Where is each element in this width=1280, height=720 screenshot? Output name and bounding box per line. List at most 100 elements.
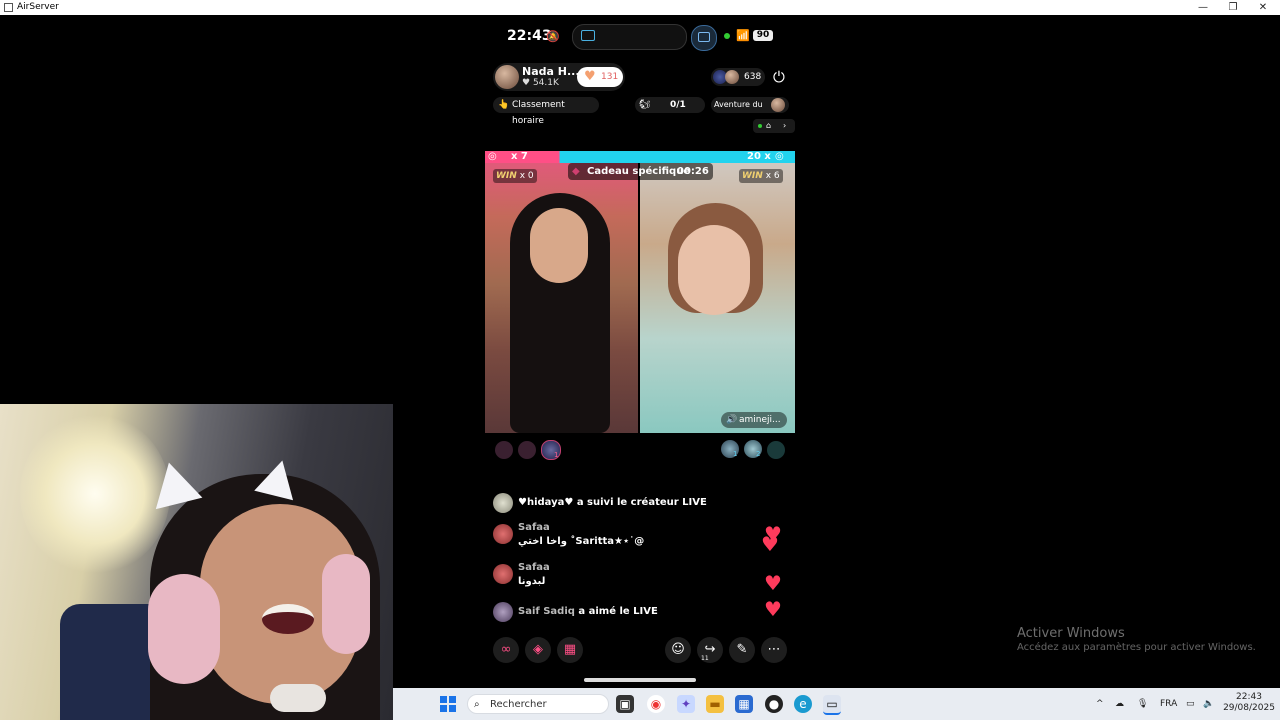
host-video[interactable] — [485, 163, 638, 433]
guest-name-pill[interactable]: 🔊 amineji... — [721, 412, 787, 428]
microphone-icon[interactable]: 🎙 — [1137, 688, 1148, 720]
adventure-pill[interactable]: Aventure du — [711, 97, 789, 113]
follow-count: 131 — [601, 72, 619, 82]
chat-avatar[interactable] — [493, 493, 513, 513]
chat-button[interactable]: ☺ — [665, 637, 691, 663]
camera-active-dot — [724, 33, 730, 39]
chat-username[interactable]: Saif Sadiq — [518, 606, 575, 617]
live-dot — [758, 124, 762, 128]
close-button[interactable]: ✕ — [1248, 0, 1278, 15]
window-titlebar: AirServer — ❐ ✕ — [0, 0, 1280, 15]
chat-username[interactable]: Safaa — [518, 522, 550, 533]
headset-mic — [270, 684, 326, 712]
chat-username[interactable]: Safaa — [518, 562, 550, 573]
gift-target-icon: ◆ — [572, 166, 580, 177]
minimize-button[interactable]: — — [1188, 0, 1218, 15]
battle-timer: 00:26 — [677, 166, 709, 177]
clock-time: 22:43 — [1236, 692, 1262, 702]
left-win-value: x 0 — [519, 171, 534, 181]
maximize-button[interactable]: ❐ — [1218, 0, 1248, 15]
volume-icon[interactable]: 🔈 — [1203, 688, 1214, 720]
chat-text: a aimé le LIVE — [578, 606, 658, 617]
app-icon[interactable]: ● — [765, 695, 783, 713]
more-icon: ⋯ — [767, 642, 781, 657]
window-title: AirServer — [17, 2, 59, 12]
heart-icon: ♥ — [764, 597, 782, 621]
airserver-taskbar-icon[interactable]: ▭ — [823, 695, 841, 715]
speaker-icon: 🔊 — [726, 415, 738, 425]
guest-video[interactable] — [640, 163, 795, 433]
store-icon[interactable]: ▦ — [735, 695, 753, 713]
home-indicator[interactable] — [584, 678, 696, 682]
status-time: 22:43 — [507, 28, 552, 44]
edge-icon[interactable]: e — [794, 695, 812, 713]
ranking-label: Classement horaire — [512, 100, 565, 126]
network-icon[interactable]: ☁ — [1115, 688, 1124, 720]
right-win-count: WIN x 6 — [739, 169, 783, 183]
taskbar-clock[interactable]: 22:43 29/08/2025 — [1219, 692, 1279, 714]
feather-lamp — [20, 414, 170, 574]
hand-icon: 👆 — [498, 100, 510, 110]
hourly-ranking-pill[interactable]: 👆 Classement horaire — [493, 97, 599, 126]
chat-username[interactable]: ♥hidaya♥ — [518, 497, 573, 508]
power-icon[interactable]: ⏻ — [773, 68, 785, 86]
taskbar: ⌕ Rechercher ▣ ◉ ✦ ▬ ▦ ● e ▭ ^ ☁ 🎙 FRA ▭… — [393, 688, 1280, 720]
left-win-count: WIN x 0 — [493, 169, 537, 183]
seat-icon[interactable] — [767, 441, 785, 459]
file-explorer-icon[interactable]: ▬ — [706, 695, 724, 713]
battle-score-bar: ◎ x 7 20 x ◎ — [485, 151, 795, 163]
start-button[interactable] — [440, 696, 456, 712]
link-icon: ∞ — [500, 642, 512, 657]
features-button[interactable]: ▦ — [557, 637, 583, 663]
chevron-right-icon: › — [783, 121, 787, 130]
grid-icon: ▦ — [563, 642, 577, 657]
right-multiplier: 20 x — [747, 151, 771, 162]
host-face — [530, 208, 588, 283]
win-label: WIN — [742, 171, 763, 181]
battle-link-button[interactable]: ∞ — [493, 637, 519, 663]
chat-avatar[interactable] — [493, 602, 513, 622]
rank-badge: 2 — [756, 450, 761, 458]
enhance-button[interactable]: ✎ — [729, 637, 755, 663]
task-view-icon[interactable]: ▣ — [616, 695, 634, 713]
chevron-up-icon[interactable]: ^ — [1096, 688, 1104, 720]
gift-goal-pill[interactable]: 🐿 0/1 — [635, 97, 705, 113]
match-button[interactable]: ◈ — [525, 637, 551, 663]
search-placeholder: Rechercher — [490, 699, 547, 710]
left-multiplier: x 7 — [511, 151, 528, 162]
display-icon[interactable]: ▭ — [1186, 688, 1195, 720]
share-button[interactable]: ↪ 11 — [697, 637, 723, 663]
magic-wand-icon: ✎ — [736, 642, 748, 657]
room-options-pill[interactable]: ⌂ › — [753, 119, 795, 133]
activate-windows-title: Activer Windows — [1017, 626, 1125, 641]
follow-button[interactable]: ♥ 131 — [577, 67, 623, 87]
more-button[interactable]: ⋯ — [761, 637, 787, 663]
chat-avatar[interactable] — [493, 524, 513, 544]
chat-avatar[interactable] — [493, 564, 513, 584]
screen-mirroring-pill — [572, 24, 687, 50]
house-icon: ⌂ — [766, 121, 772, 130]
viewer-count-pill[interactable]: 638 — [711, 68, 765, 86]
heart-icon: ♥ — [584, 69, 596, 84]
viewer-avatar — [725, 70, 739, 84]
host-avatar[interactable] — [495, 65, 519, 89]
battery-indicator: 90 — [753, 30, 773, 41]
guest-name: amineji... — [739, 415, 781, 425]
right-win-value: x 6 — [765, 171, 780, 181]
taskbar-search[interactable]: ⌕ Rechercher — [467, 694, 609, 714]
supporter-avatar[interactable]: 2 — [744, 440, 762, 458]
copilot-icon[interactable]: ✦ — [677, 695, 695, 713]
language-indicator[interactable]: FRA — [1160, 688, 1177, 720]
adventure-avatar — [771, 98, 785, 112]
guest-face — [678, 225, 750, 315]
chat-text: a suivi le créateur LIVE — [576, 497, 707, 508]
supporter-avatar[interactable]: 1 — [541, 440, 561, 460]
supporter-avatar[interactable]: 1 — [721, 440, 739, 458]
host-name: Nada H... — [522, 65, 580, 78]
host-info-pill[interactable]: Nada H... ♥ 54.1K ♥ 131 — [493, 63, 625, 91]
gift-progress: 0/1 — [670, 100, 686, 110]
chrome-icon[interactable]: ◉ — [647, 695, 665, 713]
host-likes: ♥ 54.1K — [522, 78, 559, 88]
seat-icon[interactable] — [495, 441, 513, 459]
seat-icon[interactable] — [518, 441, 536, 459]
